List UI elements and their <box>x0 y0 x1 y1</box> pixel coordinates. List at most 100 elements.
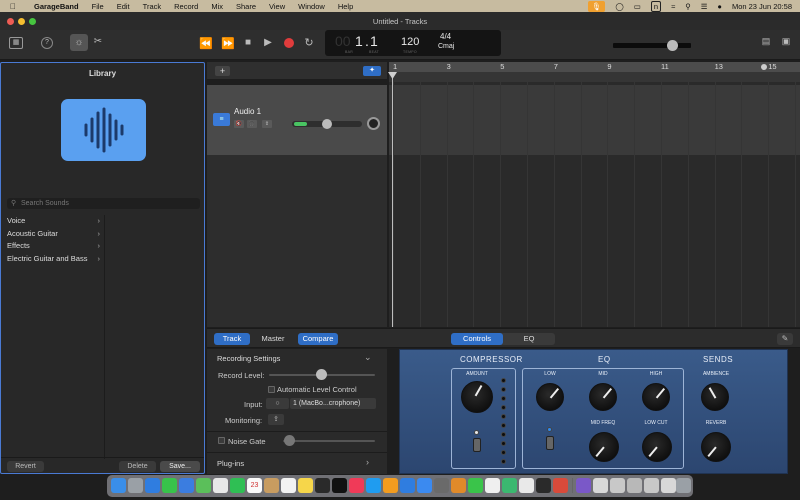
launchpad-icon[interactable] <box>128 478 143 493</box>
input-source-icon[interactable]: n <box>650 0 662 12</box>
library-item-acoustic-guitar[interactable]: Acoustic Guitar › <box>2 228 104 240</box>
smart-tempo-icon[interactable]: ✦ <box>363 66 381 76</box>
ruler-zoom-handle[interactable] <box>761 64 767 70</box>
monitoring-toggle-icon[interactable]: ⇪ <box>268 414 284 425</box>
preview-icon[interactable] <box>553 478 568 493</box>
messages-icon[interactable] <box>162 478 177 493</box>
timeline-ruler[interactable]: 1 3 5 7 9 11 13 15 <box>389 62 800 72</box>
delete-button[interactable]: Delete <box>119 461 156 472</box>
eq-toggle-switch[interactable] <box>546 436 554 450</box>
library-item-electric-guitar-bass[interactable]: Electric Guitar and Bass › <box>2 253 104 265</box>
noise-gate-handle[interactable] <box>284 435 295 446</box>
numbers-icon[interactable] <box>366 478 381 493</box>
document-icon[interactable] <box>627 478 642 493</box>
add-track-button[interactable]: + <box>215 66 230 76</box>
play-icon[interactable]: ▶ <box>262 37 274 48</box>
input-monitor-icon[interactable]: ⇪ <box>262 120 272 128</box>
input-select[interactable]: 1 (MacBo...crophone) <box>290 398 376 409</box>
tab-controls[interactable]: Controls <box>451 333 503 345</box>
photos-icon[interactable] <box>213 478 228 493</box>
library-search-input[interactable]: Search Sounds <box>7 198 200 209</box>
noise-gate-slider[interactable] <box>283 440 375 442</box>
whatsapp-icon[interactable] <box>502 478 517 493</box>
menu-help[interactable]: Help <box>338 2 353 11</box>
low-cut-knob[interactable] <box>642 432 672 462</box>
menu-share[interactable]: Share <box>236 2 256 11</box>
spotlight-search-icon[interactable]: ⚲ <box>685 2 691 11</box>
calendar-icon[interactable]: 23 <box>247 478 262 493</box>
menu-file[interactable]: File <box>92 2 104 11</box>
freeform-icon[interactable] <box>315 478 330 493</box>
control-center-icon[interactable]: ☰ <box>701 2 708 11</box>
amount-knob[interactable] <box>461 381 493 413</box>
revert-button[interactable]: Revert <box>7 461 44 472</box>
display-icon[interactable]: ▭ <box>634 2 641 11</box>
menu-view[interactable]: View <box>269 2 285 11</box>
notes-icon[interactable] <box>298 478 313 493</box>
noise-gate-checkbox[interactable] <box>218 437 225 444</box>
textedit-icon[interactable] <box>485 478 500 493</box>
facetime-icon[interactable] <box>230 478 245 493</box>
recording-settings-header[interactable]: Recording Settings <box>217 354 280 363</box>
record-level-handle[interactable] <box>316 369 327 380</box>
garageband-icon[interactable] <box>451 478 466 493</box>
menu-record[interactable]: Record <box>174 2 198 11</box>
lcd-display[interactable]: 00 1 . 1 BAR BEAT 120 TEMPO 4/4 Cmaj <box>325 30 501 56</box>
contacts-icon[interactable] <box>264 478 279 493</box>
tab-eq[interactable]: EQ <box>503 333 555 345</box>
tab-master[interactable]: Master <box>255 333 291 345</box>
compare-button[interactable]: Compare <box>298 333 338 345</box>
record-icon[interactable] <box>284 38 294 48</box>
reminders-icon[interactable] <box>281 478 296 493</box>
ambience-knob[interactable] <box>701 383 729 411</box>
chevron-down-icon[interactable]: ⌄ <box>364 352 372 363</box>
line-icon[interactable] <box>468 478 483 493</box>
tracks-grid[interactable] <box>389 82 800 327</box>
inspector-edit-icon[interactable]: ✎ <box>777 333 793 345</box>
track-volume-handle[interactable] <box>322 119 332 129</box>
mute-icon[interactable]: 🔇 <box>234 120 244 128</box>
menu-edit[interactable]: Edit <box>117 2 130 11</box>
reverb-knob[interactable] <box>701 432 731 462</box>
downloads-icon[interactable] <box>576 478 591 493</box>
timeline-marker-lane[interactable] <box>389 72 800 82</box>
safari-icon[interactable] <box>145 478 160 493</box>
document-icon[interactable] <box>661 478 676 493</box>
document-icon[interactable] <box>593 478 608 493</box>
music-icon[interactable] <box>349 478 364 493</box>
library-item-voice[interactable]: Voice › <box>2 215 104 227</box>
master-volume-slider[interactable] <box>613 43 691 48</box>
headphones-icon[interactable]: 🎧 <box>247 120 257 128</box>
quick-help-icon[interactable]: ? <box>41 37 53 49</box>
editors-scissors-icon[interactable]: ✂ <box>93 36 103 47</box>
maps-icon[interactable] <box>196 478 211 493</box>
auto-level-checkbox[interactable] <box>268 386 275 393</box>
document-icon[interactable] <box>610 478 625 493</box>
track-pan-knob[interactable] <box>367 117 380 130</box>
chevron-right-icon[interactable]: › <box>366 457 369 467</box>
logic-icon[interactable] <box>536 478 551 493</box>
pages-icon[interactable] <box>383 478 398 493</box>
notepad-icon[interactable]: ▤ <box>760 36 772 47</box>
track-name[interactable]: Audio 1 <box>234 107 261 116</box>
audio-1-lane[interactable] <box>389 85 800 155</box>
globe-icon[interactable]: ◯ <box>615 2 623 11</box>
compressor-toggle-switch[interactable] <box>473 438 481 452</box>
mid-knob[interactable] <box>589 383 617 411</box>
cycle-icon[interactable]: ↻ <box>302 36 316 49</box>
library-item-effects[interactable]: Effects › <box>2 240 104 252</box>
siri-icon[interactable]: ● <box>717 2 722 11</box>
track-header-audio-1[interactable]: ≡ Audio 1 🔇 🎧 ⇪ <box>207 85 387 155</box>
save-button[interactable]: Save... <box>160 461 200 472</box>
menu-clock[interactable]: Mon 23 Jun 20:58 <box>732 2 792 11</box>
input-channel-icon[interactable]: ○ <box>266 398 289 409</box>
mail-icon[interactable] <box>179 478 194 493</box>
menu-app-name[interactable]: GarageBand <box>34 2 79 11</box>
microphone-icon[interactable]: 🎙 <box>587 0 606 12</box>
menu-mix[interactable]: Mix <box>211 2 223 11</box>
tv-icon[interactable] <box>332 478 347 493</box>
keynote-icon[interactable] <box>400 478 415 493</box>
trash-icon[interactable] <box>676 478 691 493</box>
rewind-icon[interactable]: ⏪ <box>199 37 213 50</box>
mid-freq-knob[interactable] <box>589 432 619 462</box>
